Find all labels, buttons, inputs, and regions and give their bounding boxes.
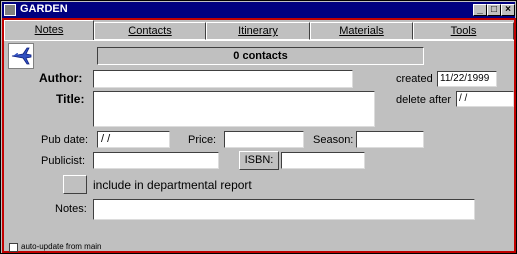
- title-label: Title:: [56, 92, 85, 106]
- tab-notes[interactable]: Notes: [4, 20, 94, 40]
- window-title: GARDEN: [20, 3, 68, 15]
- delete-after-field[interactable]: / /: [456, 91, 514, 107]
- isbn-field[interactable]: [281, 152, 365, 169]
- include-report-label: include in departmental report: [93, 178, 252, 192]
- maximize-button[interactable]: □: [487, 4, 501, 16]
- title-bar[interactable]: GARDEN _ □ ×: [2, 2, 515, 18]
- tab-itinerary[interactable]: Itinerary: [206, 22, 310, 40]
- author-field[interactable]: [93, 70, 353, 88]
- contacts-count: 0 contacts: [97, 47, 424, 65]
- tab-bar: Notes Contacts Itinerary Materials Tools: [4, 20, 514, 40]
- app-window: GARDEN _ □ × Notes Contacts Itinerary Ma…: [0, 0, 517, 254]
- tab-contacts[interactable]: Contacts: [94, 22, 206, 40]
- publicist-label: Publicist:: [41, 155, 86, 167]
- created-label: created: [396, 73, 433, 85]
- include-report-toggle[interactable]: [63, 175, 87, 194]
- isbn-button[interactable]: ISBN:: [239, 151, 279, 170]
- delete-after-label: delete after: [396, 94, 452, 106]
- airplane-icon[interactable]: [8, 43, 34, 69]
- tab-materials[interactable]: Materials: [310, 22, 413, 40]
- season-field[interactable]: [356, 131, 424, 148]
- pub-date-field[interactable]: / /: [97, 131, 170, 148]
- tab-tools[interactable]: Tools: [413, 22, 514, 40]
- publicist-field[interactable]: [93, 152, 219, 169]
- author-label: Author:: [39, 71, 83, 85]
- close-button[interactable]: ×: [501, 4, 515, 16]
- title-field[interactable]: [93, 91, 375, 127]
- notes-field[interactable]: [93, 199, 475, 220]
- tab-divider: [4, 40, 514, 41]
- price-field[interactable]: [224, 131, 304, 148]
- auto-update-checkbox[interactable]: [9, 243, 18, 252]
- created-field[interactable]: 11/22/1999: [437, 71, 497, 87]
- price-label: Price:: [188, 134, 217, 146]
- season-label: Season:: [313, 134, 354, 146]
- app-icon: [4, 4, 16, 16]
- minimize-button[interactable]: _: [473, 4, 487, 16]
- auto-update-label: auto-update from main: [21, 242, 102, 251]
- notes-label: Notes:: [55, 203, 87, 215]
- pub-date-label: Pub date:: [41, 134, 89, 146]
